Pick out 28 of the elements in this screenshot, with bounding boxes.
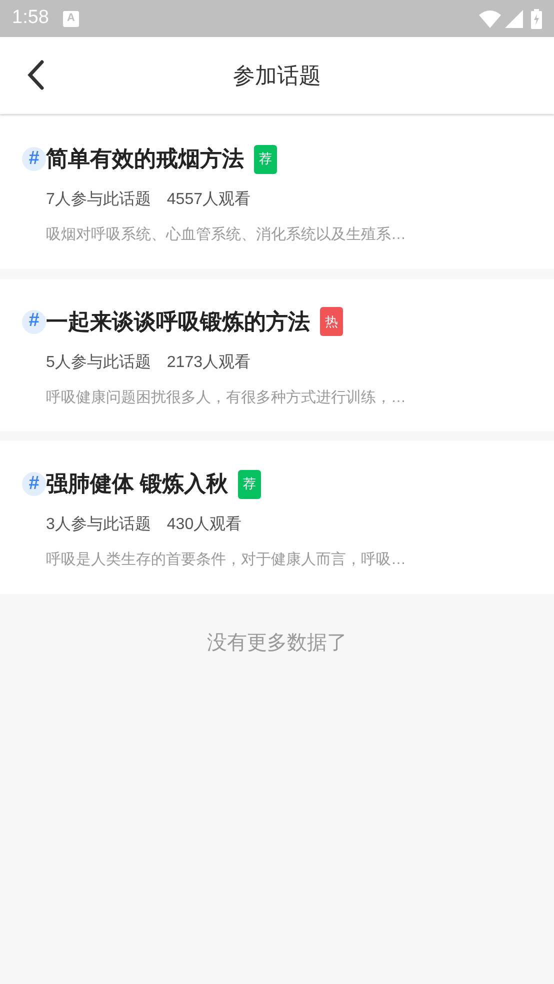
hash-icon: # xyxy=(22,472,46,496)
participant-count: 3人参与此话题 xyxy=(46,514,151,535)
topic-title: 强肺健体 锻炼入秋 xyxy=(46,470,228,498)
topic-description: 吸烟对呼吸系统、心血管系统、消化系统以及生殖系… xyxy=(46,225,407,245)
page-title: 参加话题 xyxy=(233,62,321,90)
topic-card[interactable]: # 强肺健体 锻炼入秋 荐 3人参与此话题 430人观看 呼吸是人类生存的首要条件，对于健康人而言，呼吸… xyxy=(0,441,554,594)
signal-icon xyxy=(505,10,523,28)
topic-badge: 荐 xyxy=(254,144,277,174)
wifi-icon xyxy=(479,10,501,28)
topic-description: 呼吸是人类生存的首要条件，对于健康人而言，呼吸… xyxy=(46,550,407,570)
notification-icon: A xyxy=(62,10,79,26)
topic-title: 简单有效的戒烟方法 xyxy=(46,145,244,173)
view-count: 430人观看 xyxy=(166,514,242,535)
hash-icon: # xyxy=(22,310,46,334)
participant-count: 5人参与此话题 xyxy=(46,352,151,372)
no-more-data-text: 没有更多数据了 xyxy=(207,630,347,656)
topic-badge: 热 xyxy=(320,307,343,336)
topic-description: 呼吸健康问题困扰很多人，有很多种方式进行训练，… xyxy=(46,388,407,408)
topic-badge: 荐 xyxy=(238,470,262,498)
topic-title: 一起来谈谈呼吸锻炼的方法 xyxy=(46,308,310,336)
view-count: 4557人观看 xyxy=(166,190,250,210)
topic-card[interactable]: # 一起来谈谈呼吸锻炼的方法 热 5人参与此话题 2173人观看 呼吸健康问题困扰很多人，有很多种方式进行训练，… xyxy=(0,278,554,431)
view-count: 2173人观看 xyxy=(166,352,250,372)
status-time: 1:58 xyxy=(12,6,49,30)
hash-icon: # xyxy=(22,147,46,171)
topic-card[interactable]: # 简单有效的戒烟方法 荐 7人参与此话题 4557人观看 吸烟对呼吸系统、心血管系统、消化系统以及生殖系… xyxy=(0,116,554,268)
battery-icon xyxy=(531,8,542,28)
participant-count: 7人参与此话题 xyxy=(46,190,151,210)
